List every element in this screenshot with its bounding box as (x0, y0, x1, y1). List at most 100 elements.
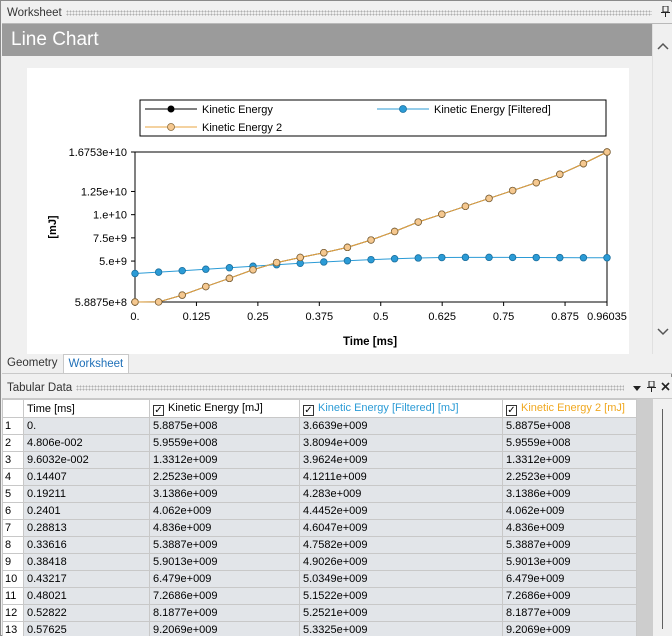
table-cell[interactable]: 4.806e-002 (23, 434, 150, 452)
data-point[interactable] (249, 266, 257, 274)
data-point[interactable] (272, 258, 281, 267)
table-cell[interactable]: 3.6639e+009 (299, 417, 503, 435)
data-point[interactable] (414, 218, 422, 226)
table-cell[interactable]: 3.1386e+009 (149, 485, 300, 503)
table-row[interactable]: 7 0.28813 4.836e+009 4.6047e+009 4.836e+009 (2, 519, 637, 537)
data-point[interactable] (343, 243, 352, 252)
column-header-kinetic-energy[interactable]: ✓ Kinetic Energy [mJ] (149, 399, 300, 418)
table-scrollbar[interactable] (637, 399, 672, 636)
data-point[interactable] (461, 253, 470, 262)
column-checkbox[interactable]: ✓ (506, 404, 517, 416)
data-point[interactable] (225, 264, 234, 272)
table-cell[interactable]: 5.8875e+008 (149, 417, 300, 435)
table-cell[interactable]: 5.9559e+008 (502, 434, 637, 452)
row-number[interactable]: 3 (2, 451, 24, 469)
table-cell[interactable]: 5.1522e+009 (299, 587, 503, 605)
row-number[interactable]: 7 (2, 519, 24, 537)
data-point[interactable] (225, 274, 234, 283)
data-point[interactable] (367, 255, 375, 264)
table-row[interactable]: 5 0.19211 3.1386e+009 4.283e+009 3.1386e+009 (2, 485, 637, 503)
scrollbar-thumb[interactable] (637, 399, 653, 636)
dropdown-icon[interactable] (630, 382, 644, 394)
table-row[interactable]: 8 0.33616 5.3887e+009 4.7582e+009 5.3887e+00… (2, 536, 637, 554)
data-point[interactable] (178, 291, 186, 299)
table-cell[interactable]: 4.1211e+009 (299, 468, 503, 486)
data-point[interactable] (603, 148, 611, 156)
table-cell[interactable]: 6.479e+009 (149, 570, 300, 588)
table-cell[interactable]: 4.9026e+009 (299, 553, 503, 571)
data-point[interactable] (485, 253, 493, 262)
data-point[interactable] (343, 257, 352, 265)
data-point[interactable] (414, 254, 422, 262)
table-cell[interactable]: 7.2686e+009 (502, 587, 637, 605)
table-cell[interactable]: 5.3325e+009 (299, 621, 503, 636)
table-cell[interactable]: 6.479e+009 (502, 570, 637, 588)
row-number[interactable]: 12 (2, 604, 24, 622)
table-cell[interactable]: 0.43217 (23, 570, 150, 588)
table-cell[interactable]: 0.2401 (23, 502, 150, 520)
data-point[interactable] (556, 170, 564, 178)
table-row[interactable]: 4 0.14407 2.2523e+009 4.1211e+009 2.2523e+00… (2, 468, 637, 486)
data-point[interactable] (532, 178, 540, 187)
table-cell[interactable]: 0.38418 (23, 553, 150, 571)
row-number[interactable]: 2 (2, 434, 24, 452)
table-cell[interactable]: 9.2069e+009 (502, 621, 637, 636)
table-cell[interactable]: 0.28813 (23, 519, 150, 537)
data-point[interactable] (320, 249, 328, 257)
data-point[interactable] (579, 254, 588, 262)
data-point[interactable] (390, 255, 399, 263)
data-point[interactable] (320, 258, 328, 266)
table-cell[interactable]: 0.14407 (23, 468, 150, 486)
table-cell[interactable]: 0. (23, 417, 150, 435)
data-point[interactable] (438, 253, 446, 262)
column-header-time[interactable]: Time [ms] (23, 399, 150, 418)
table-cell[interactable]: 4.062e+009 (502, 502, 637, 520)
table-cell[interactable]: 0.57625 (23, 621, 150, 636)
table-cell[interactable]: 5.3887e+009 (502, 536, 637, 554)
data-point[interactable] (131, 298, 139, 306)
worksheet-scrollbar[interactable] (652, 24, 672, 354)
table-cell[interactable]: 5.8875e+008 (502, 417, 637, 435)
table-cell[interactable]: 5.9013e+009 (502, 553, 637, 571)
table-cell[interactable]: 4.6047e+009 (299, 519, 503, 537)
table-cell[interactable]: 5.0349e+009 (299, 570, 503, 588)
data-point[interactable] (461, 202, 470, 211)
table-cell[interactable]: 4.836e+009 (502, 519, 637, 537)
table-cell[interactable]: 3.8094e+009 (299, 434, 503, 452)
data-point[interactable] (556, 253, 564, 262)
table-row[interactable]: 3 9.6032e-002 1.3312e+009 3.9624e+009 1.3312… (2, 451, 637, 469)
table-cell[interactable]: 9.2069e+009 (149, 621, 300, 636)
table-row[interactable]: 6 0.2401 4.062e+009 4.4452e+009 4.062e+009 (2, 502, 637, 520)
data-point[interactable] (131, 269, 139, 278)
data-point[interactable] (508, 186, 517, 195)
data-point[interactable] (438, 210, 446, 218)
table-cell[interactable]: 5.2521e+009 (299, 604, 503, 622)
tab-worksheet[interactable]: Worksheet (62, 354, 130, 373)
table-row[interactable]: 11 0.48021 7.2686e+009 5.1522e+009 7.2686e+0… (2, 587, 637, 605)
table-cell[interactable]: 1.3312e+009 (149, 451, 300, 469)
table-cell[interactable]: 8.1877e+009 (502, 604, 637, 622)
table-cell[interactable]: 5.3887e+009 (149, 536, 300, 554)
table-cell[interactable]: 2.2523e+009 (149, 468, 300, 486)
table-cell[interactable]: 5.9013e+009 (149, 553, 300, 571)
table-cell[interactable]: 0.52822 (23, 604, 150, 622)
table-row[interactable]: 13 0.57625 9.2069e+009 5.3325e+009 9.2069e+0… (2, 621, 637, 636)
table-cell[interactable]: 8.1877e+009 (149, 604, 300, 622)
table-cell[interactable]: 0.19211 (23, 485, 150, 503)
table-cell[interactable]: 4.7582e+009 (299, 536, 503, 554)
row-number[interactable]: 6 (2, 502, 24, 520)
table-row[interactable]: 1 0. 5.8875e+008 3.6639e+009 5.8875e+008 (2, 417, 637, 435)
data-point[interactable] (178, 266, 186, 275)
row-number[interactable]: 8 (2, 536, 24, 554)
table-cell[interactable]: 0.48021 (23, 587, 150, 605)
pin-icon[interactable] (658, 5, 672, 20)
data-point[interactable] (154, 268, 163, 276)
row-number[interactable]: 11 (2, 587, 24, 605)
table-cell[interactable]: 5.9559e+008 (149, 434, 300, 452)
tab-geometry[interactable]: Geometry (2, 354, 63, 373)
data-point[interactable] (202, 265, 210, 273)
row-number[interactable]: 10 (2, 570, 24, 588)
data-point[interactable] (579, 159, 588, 168)
data-point[interactable] (603, 254, 611, 262)
data-point[interactable] (508, 253, 517, 262)
